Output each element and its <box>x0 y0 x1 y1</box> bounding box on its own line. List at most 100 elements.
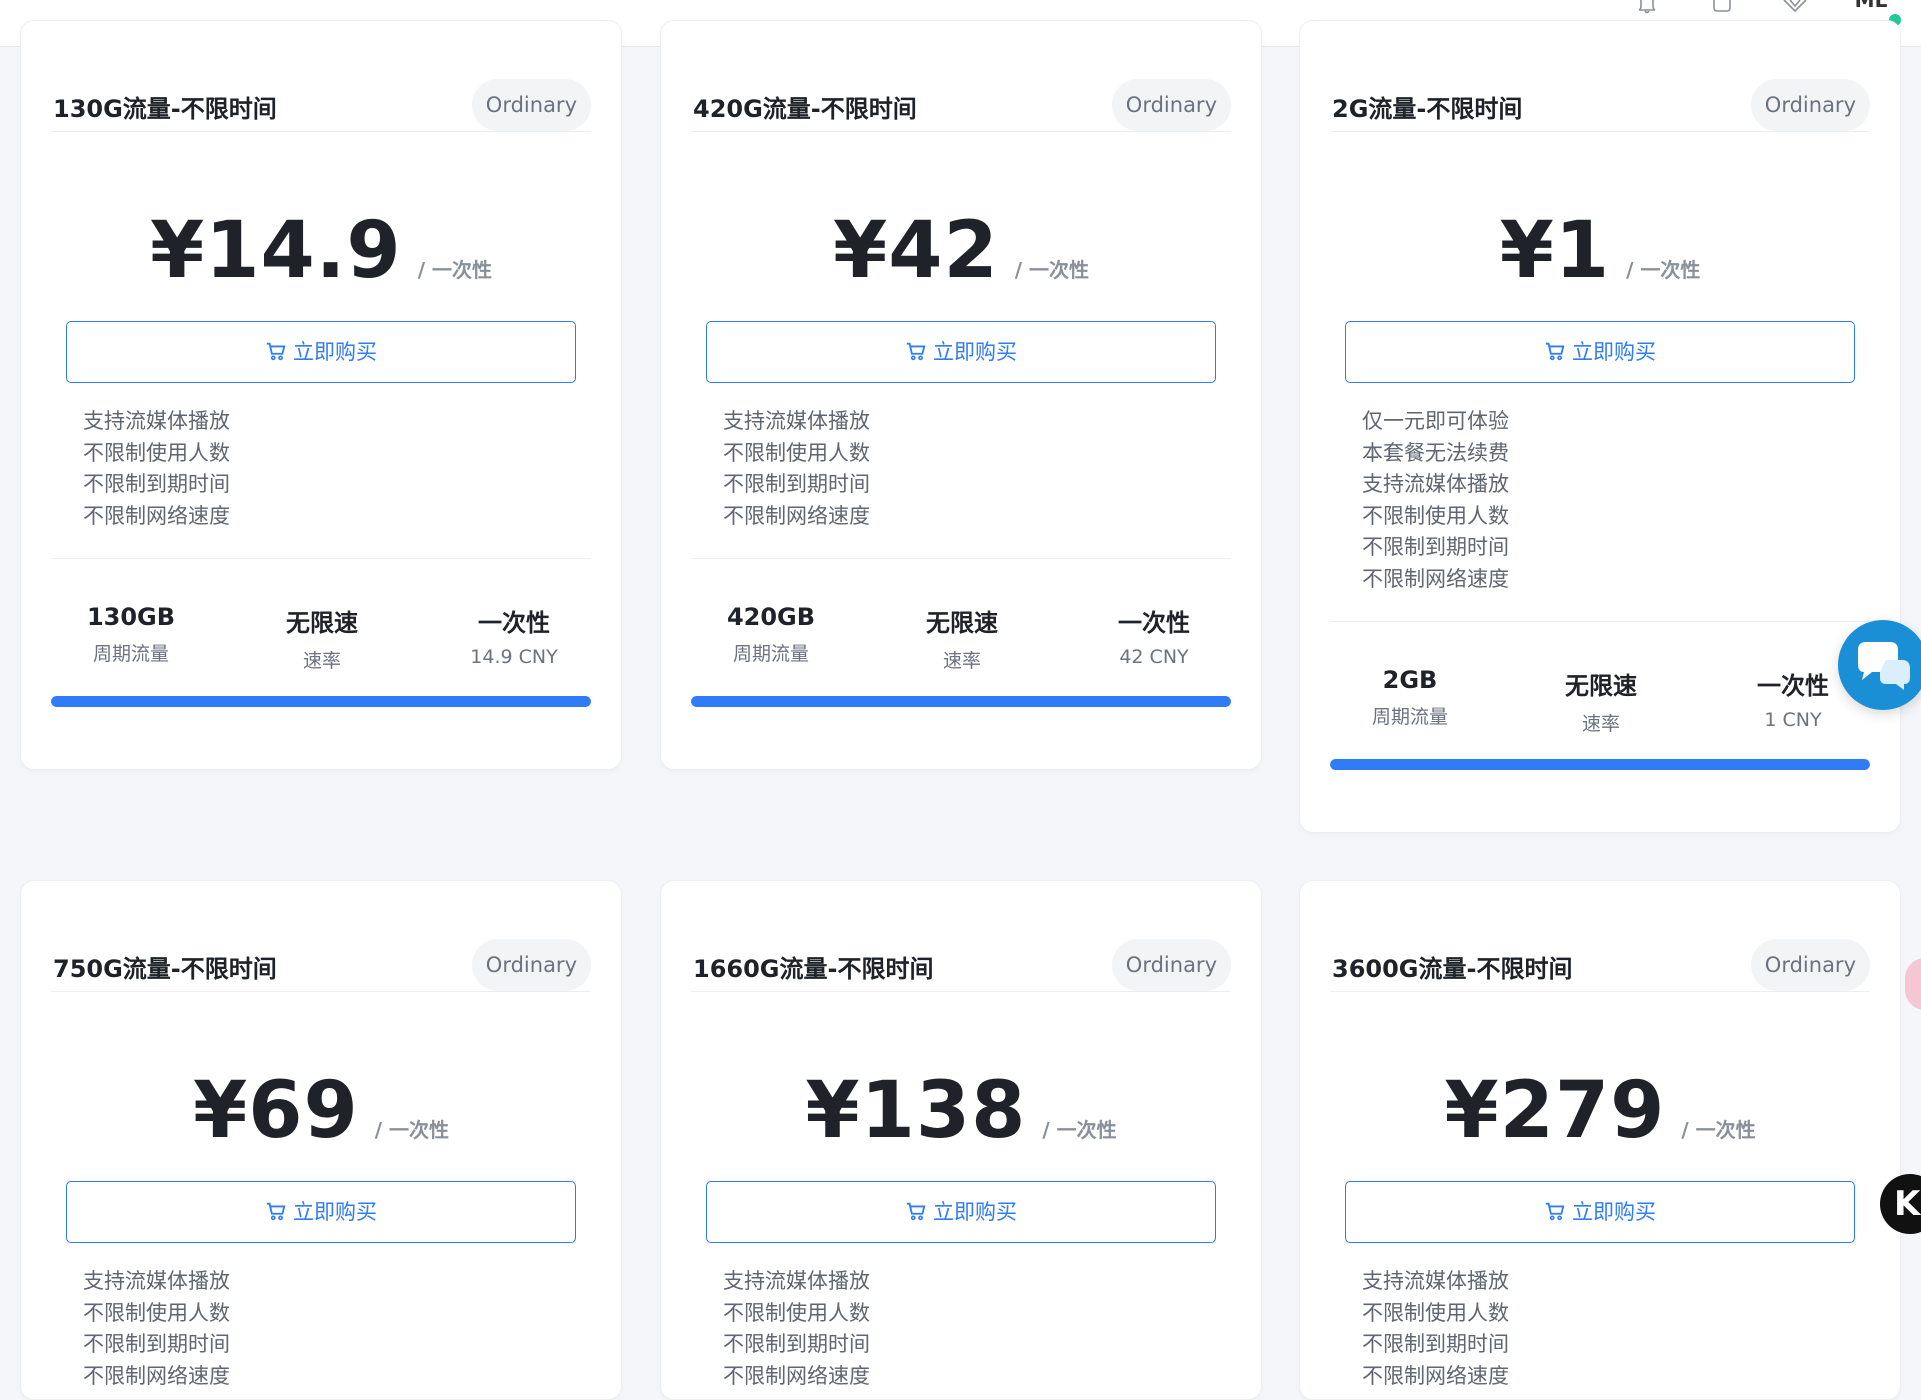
stat-label: 周期流量 <box>1371 706 1448 728</box>
plan-title: 1660G流量-不限时间 <box>693 955 934 983</box>
feature-item: 不限制网络速度 <box>1362 566 1509 591</box>
stat-value: 无限速 <box>286 609 358 637</box>
plan-price: ¥1 <box>1499 206 1611 296</box>
feature-item: 不限制使用人数 <box>1362 503 1509 528</box>
price-row: ¥42 / 一次性 <box>661 206 1261 296</box>
stats-row: 130GB 周期流量 无限速 速率 一次性 14.9 CNY <box>51 558 591 707</box>
stat-speed: 无限速 速率 <box>1511 666 1691 736</box>
stat-traffic: 420GB 周期流量 <box>681 603 861 666</box>
stat-billing: 一次性 14.9 CNY <box>424 603 604 668</box>
cart-icon <box>906 1202 926 1221</box>
buy-now-label: 立即购买 <box>293 340 377 364</box>
bell-icon[interactable] <box>1634 0 1660 14</box>
avatar[interactable]: ML <box>1848 0 1894 20</box>
feature-item: 仅一元即可体验 <box>1362 409 1509 433</box>
plan-title: 130G流量-不限时间 <box>53 95 277 123</box>
plan-badge: Ordinary <box>471 79 591 131</box>
plan-card-130g: 130G流量-不限时间 Ordinary ¥14.9 / 一次性 立即购买 支持流… <box>20 20 622 770</box>
feature-item: 不限制使用人数 <box>83 440 230 465</box>
usage-progress-bar <box>51 696 591 707</box>
buy-now-label: 立即购买 <box>1572 340 1656 364</box>
feature-item: 不限制到期时间 <box>723 1332 870 1356</box>
buy-now-button[interactable]: 立即购买 <box>706 1181 1216 1243</box>
feature-item: 支持流媒体播放 <box>83 1269 230 1293</box>
feature-item: 不限制使用人数 <box>723 440 870 465</box>
feature-item: 不限制使用人数 <box>1362 1300 1509 1325</box>
plan-title: 3600G流量-不限时间 <box>1332 955 1573 983</box>
progress-fill <box>691 696 1231 707</box>
buy-now-button[interactable]: 立即购买 <box>66 1181 576 1243</box>
pink-floating-button[interactable] <box>1905 958 1921 1010</box>
stat-value: 2GB <box>1382 666 1438 694</box>
feature-item: 不限制网络速度 <box>83 1363 230 1388</box>
stat-label: 周期流量 <box>732 643 809 665</box>
buy-now-button[interactable]: 立即购买 <box>1345 321 1855 383</box>
stat-speed: 无限速 速率 <box>232 603 412 673</box>
plan-price: ¥42 <box>832 206 999 296</box>
usage-progress-bar <box>1330 759 1870 770</box>
price-row: ¥279 / 一次性 <box>1300 1066 1900 1156</box>
feature-list: 支持流媒体播放 不限制使用人数 不限制到期时间 不限制网络速度 <box>83 1266 230 1392</box>
plan-title: 2G流量-不限时间 <box>1332 95 1523 123</box>
plan-period: / 一次性 <box>417 258 492 282</box>
chat-bubble-icon[interactable] <box>1709 0 1735 14</box>
feature-item: 不限制网络速度 <box>723 1363 870 1388</box>
plan-badge: Ordinary <box>1111 79 1231 131</box>
stat-traffic: 2GB 周期流量 <box>1320 666 1500 729</box>
cart-icon <box>906 342 926 361</box>
cart-icon <box>266 342 286 361</box>
support-chat-button[interactable] <box>1838 620 1921 710</box>
feature-item: 不限制使用人数 <box>723 1300 870 1325</box>
feature-item: 不限制到期时间 <box>83 472 230 496</box>
plan-card-420g: 420G流量-不限时间 Ordinary ¥42 / 一次性 立即购买 支持流媒体… <box>660 20 1262 770</box>
feature-item: 不限制网络速度 <box>1362 1363 1509 1388</box>
buy-now-label: 立即购买 <box>1572 1200 1656 1224</box>
plan-card-750g: 750G流量-不限时间 Ordinary ¥69 / 一次性 立即购买 支持流媒体… <box>20 880 622 1400</box>
buy-now-button[interactable]: 立即购买 <box>1345 1181 1855 1243</box>
plan-badge: Ordinary <box>1111 939 1231 991</box>
stat-label: 42 CNY <box>1119 646 1189 668</box>
buy-now-button[interactable]: 立即购买 <box>706 321 1216 383</box>
plan-period: / 一次性 <box>1042 1118 1117 1142</box>
stat-label: 周期流量 <box>92 643 169 665</box>
plan-card-3600g: 3600G流量-不限时间 Ordinary ¥279 / 一次性 立即购买 支持流… <box>1299 880 1901 1400</box>
plan-price: ¥69 <box>192 1066 359 1156</box>
feature-item: 支持流媒体播放 <box>83 409 230 433</box>
buy-now-label: 立即购买 <box>933 1200 1017 1224</box>
feature-item: 不限制到期时间 <box>83 1332 230 1356</box>
feature-list: 支持流媒体播放 不限制使用人数 不限制到期时间 不限制网络速度 <box>723 1266 870 1392</box>
progress-fill <box>1330 759 1870 770</box>
buy-now-button[interactable]: 立即购买 <box>66 321 576 383</box>
cart-icon <box>1545 342 1565 361</box>
feature-list: 支持流媒体播放 不限制使用人数 不限制到期时间 不限制网络速度 <box>1362 1266 1509 1392</box>
plan-period: / 一次性 <box>374 1118 450 1142</box>
feature-item: 不限制网络速度 <box>723 503 870 528</box>
plan-period: / 一次性 <box>1681 1118 1756 1142</box>
stat-label: 1 CNY <box>1764 709 1822 731</box>
feature-list: 支持流媒体播放 不限制使用人数 不限制到期时间 不限制网络速度 <box>723 406 870 532</box>
feature-list: 仅一元即可体验 本套餐无法续费 支持流媒体播放 不限制使用人数 不限制到期时间 … <box>1362 406 1509 595</box>
feature-item: 支持流媒体播放 <box>723 409 870 433</box>
stats-row: 2GB 周期流量 无限速 速率 一次性 1 CNY <box>1330 621 1870 770</box>
plan-price: ¥279 <box>1444 1066 1666 1156</box>
stat-value: 130GB <box>86 603 176 631</box>
plan-badge: Ordinary <box>1750 939 1870 991</box>
usage-progress-bar <box>691 696 1231 707</box>
stat-label: 14.9 CNY <box>470 646 558 668</box>
feature-list: 支持流媒体播放 不限制使用人数 不限制到期时间 不限制网络速度 <box>83 406 230 532</box>
diamond-icon[interactable] <box>1782 0 1808 14</box>
price-row: ¥14.9 / 一次性 <box>21 206 621 296</box>
plan-title: 750G流量-不限时间 <box>53 955 277 983</box>
plan-price: ¥14.9 <box>149 206 402 296</box>
buy-now-label: 立即购买 <box>293 1200 377 1224</box>
plan-badge: Ordinary <box>1750 79 1870 131</box>
plan-period: / 一次性 <box>1014 258 1090 282</box>
stat-value: 无限速 <box>926 609 998 637</box>
progress-fill <box>51 696 591 707</box>
stat-label: 速率 <box>942 650 981 672</box>
feature-item: 本套餐无法续费 <box>1362 440 1509 465</box>
stat-billing: 一次性 42 CNY <box>1064 603 1244 668</box>
stat-label: 速率 <box>1581 713 1620 735</box>
feature-item: 支持流媒体播放 <box>1362 1269 1509 1293</box>
plan-period: / 一次性 <box>1626 258 1701 282</box>
